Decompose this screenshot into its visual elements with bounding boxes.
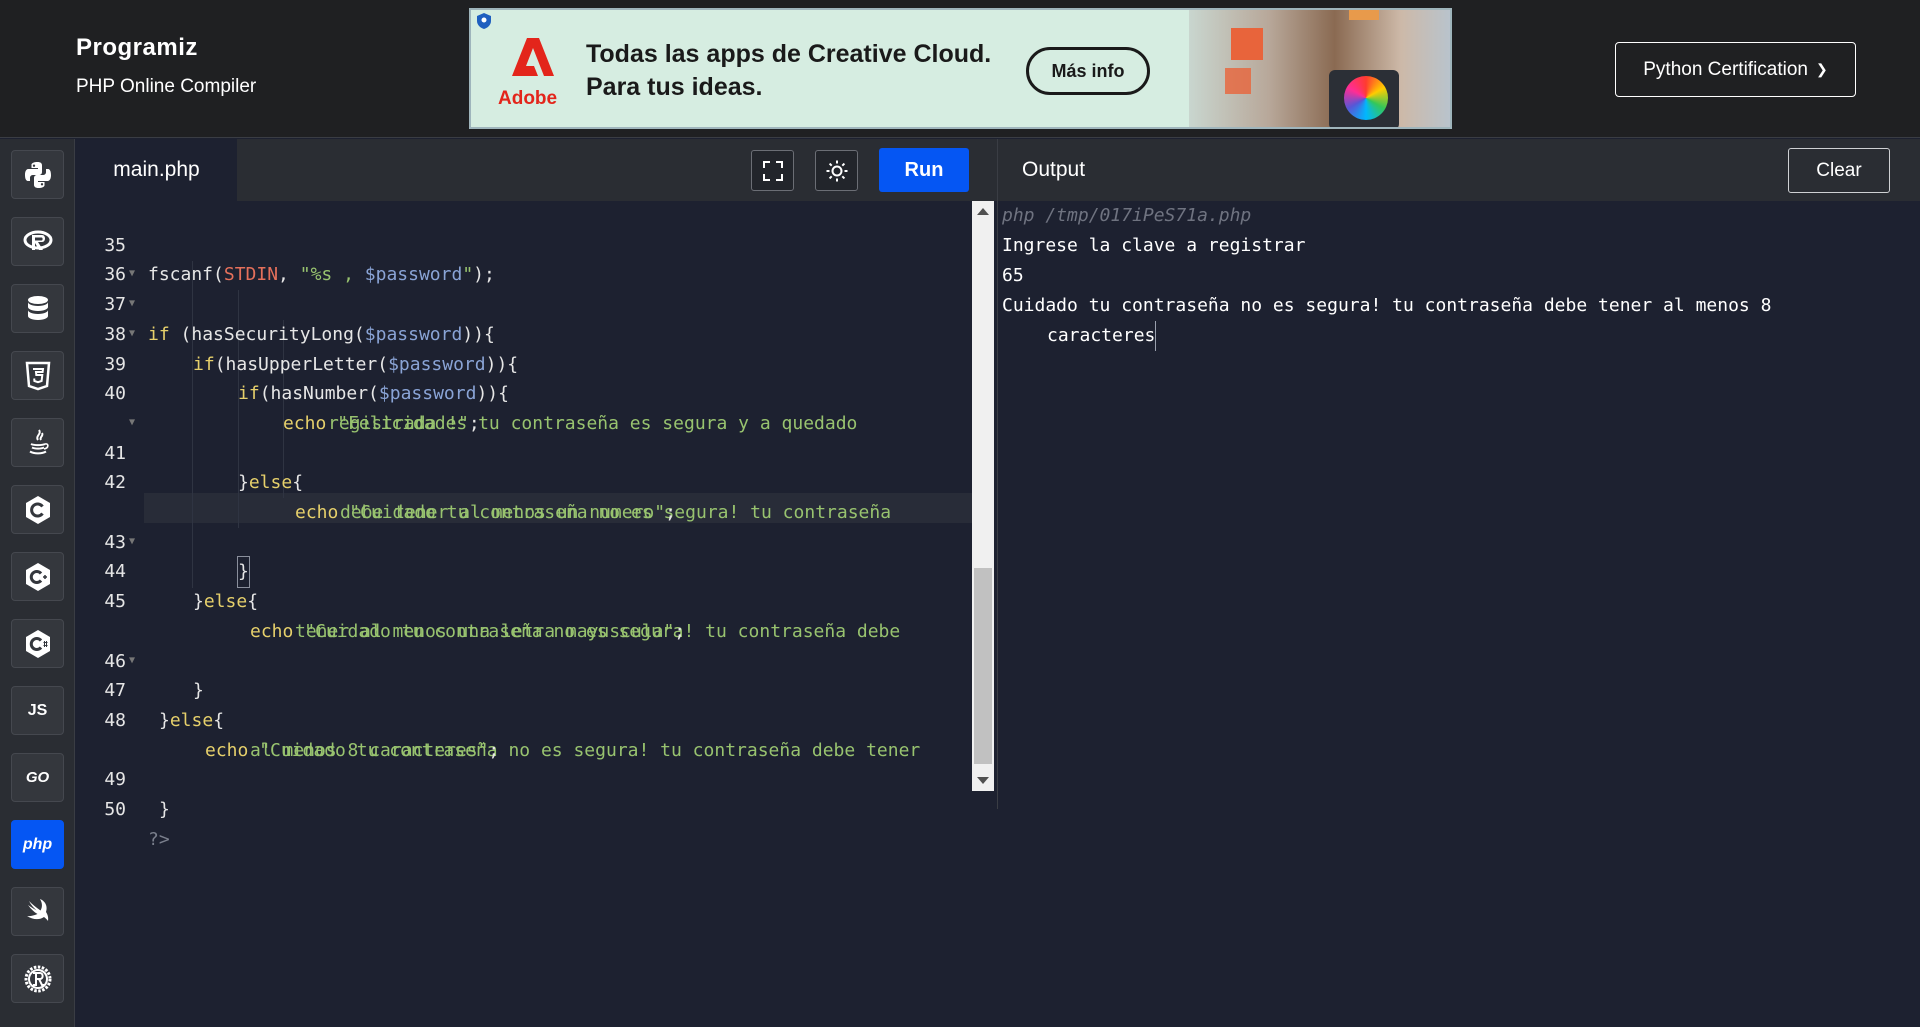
sidebar-item-cpp[interactable] [11,552,64,601]
tab-main-php[interactable]: main.php [76,139,237,201]
fold-arrow-icon: ▼ [129,327,136,339]
code-line: 35 fscanf(STDIN, "%s , $password"); [104,234,495,286]
sidebar-item-php[interactable]: php [11,820,64,869]
ad-more-info-button[interactable]: Más info [1026,47,1150,95]
adobe-wordmark: Adobe [498,88,558,109]
output-line: Cuidado tu contraseña no es segura! tu c… [1002,295,1772,316]
fold-arrow-icon: ▼ [129,654,136,666]
brand[interactable]: Programiz PHP Online Compiler [76,32,256,98]
output-line: Ingrese la clave a registrar [1002,235,1306,256]
js-icon: JS [27,701,48,719]
code-line-wrap: debe tener al menos un numero"; [340,502,676,523]
cert-button-label: Python Certification [1643,58,1808,80]
go-icon: GO [25,769,50,786]
logo-text: rogramiz [92,34,198,61]
color-wheel-image [1329,70,1399,127]
ad-banner[interactable]: Adobe Todas las apps de Creative Cloud. … [469,8,1452,129]
code-line: 47 ▼ }else{ [76,647,224,731]
ad-headline-2: Para tus ideas. [586,73,763,101]
sidebar-item-c[interactable] [11,485,64,534]
scroll-down-arrow-icon[interactable] [977,777,989,784]
sidebar-item-java[interactable] [11,418,64,467]
fullscreen-icon [762,160,783,181]
editor-scrollbar[interactable] [972,201,994,791]
code-line-wrap: registrada !"; [328,412,480,434]
code-editor[interactable]: 35 fscanf(STDIN, "%s , $password"); 36 3… [76,201,972,850]
output-command-line: php /tmp/017iPeS71a.php [1002,205,1252,226]
sidebar-item-html[interactable] [11,351,64,400]
sidebar-item-sql[interactable] [11,284,64,333]
page-subtitle: PHP Online Compiler [76,76,257,97]
html5-icon [25,361,50,390]
code-line: 38 ▼ if(hasUpperLetter($password)){ [76,290,518,374]
scroll-up-arrow-icon[interactable] [977,208,989,215]
code-line: 39 ▼ if(hasNumber($password)){ [76,320,509,404]
sidebar-item-js[interactable]: JS [11,686,64,735]
database-icon [27,295,48,320]
csharp-icon [25,629,50,658]
code-line: 46 } [104,650,204,702]
cpp-icon [25,562,50,591]
ad-headline-1: Todas las apps de Creative Cloud. [586,40,992,68]
code-line: 50 ?> [104,799,170,850]
output-line: caracteres [1047,321,1157,351]
code-line-wrap: al menos 8 caracteres"; [250,739,500,761]
code-line: 42 echo "Cuidado tu contraseña no es seg… [104,472,892,523]
clear-button[interactable]: Clear [1788,148,1890,193]
sidebar-item-r[interactable] [11,217,64,266]
logo-initial: P [76,34,93,61]
code-line: 40 echo "Felicidades tu contraseña es se… [104,383,858,434]
theme-toggle-button[interactable] [815,150,858,191]
ad-photo [1189,10,1450,127]
swift-icon [26,898,48,921]
code-line: 44 ▼ }else{ [76,528,258,612]
sidebar-item-swift[interactable] [11,887,64,936]
fullscreen-button[interactable] [751,150,794,191]
php-icon: php [22,835,53,853]
adobe-a-icon [512,38,554,76]
chevron-right-icon: ❯ [1816,61,1828,77]
python-certification-button[interactable]: Python Certification ❯ [1615,42,1856,97]
code-line: 45 echo "Cuidado tu contraseña no es seg… [104,591,901,642]
code-line: 37 ▼ if (hasSecurityLong($password)){ [76,260,495,344]
run-button[interactable]: Run [879,148,969,192]
output-title: Output [1022,158,1086,181]
code-line: 36 [104,264,126,286]
java-icon [28,428,49,454]
sidebar-item-rust[interactable] [11,954,64,1003]
language-sidebar: JS GO php [0,139,75,1027]
code-line: 48 echo "Cuidado tu contraseña no es seg… [104,709,921,761]
c-icon [25,495,50,524]
programiz-logo[interactable]: Programiz [76,32,256,64]
r-icon [23,230,52,250]
fold-arrow-icon: ▼ [129,298,136,310]
code-line: 43 } [76,498,250,589]
sun-icon [826,160,847,181]
code-line-wrap: tener al menos una letra mayuscula"; [295,620,686,642]
scrollbar-thumb[interactable] [974,568,992,764]
sidebar-item-python[interactable] [11,150,64,199]
fold-arrow-icon: ▼ [129,535,136,547]
python-icon [24,161,51,188]
sidebar-item-csharp[interactable] [11,619,64,668]
top-header: Programiz PHP Online Compiler Adobe Toda… [0,0,1920,138]
fold-arrow-icon: ▼ [129,416,136,428]
fold-arrow-icon: ▼ [129,268,136,280]
output-line: 65 [1002,265,1024,286]
sidebar-item-go[interactable]: GO [11,753,64,802]
code-line: 49 } [104,769,170,820]
rust-icon [24,965,51,992]
output-toolbar: Output Clear [998,139,1920,201]
adobe-logo: Adobe [489,28,575,116]
output-console[interactable]: php /tmp/017iPeS71a.php Ingrese la clave… [998,201,1920,1027]
code-line: 41 ▼ }else{ [76,409,303,493]
editor-toolbar: main.php Run [76,139,997,201]
